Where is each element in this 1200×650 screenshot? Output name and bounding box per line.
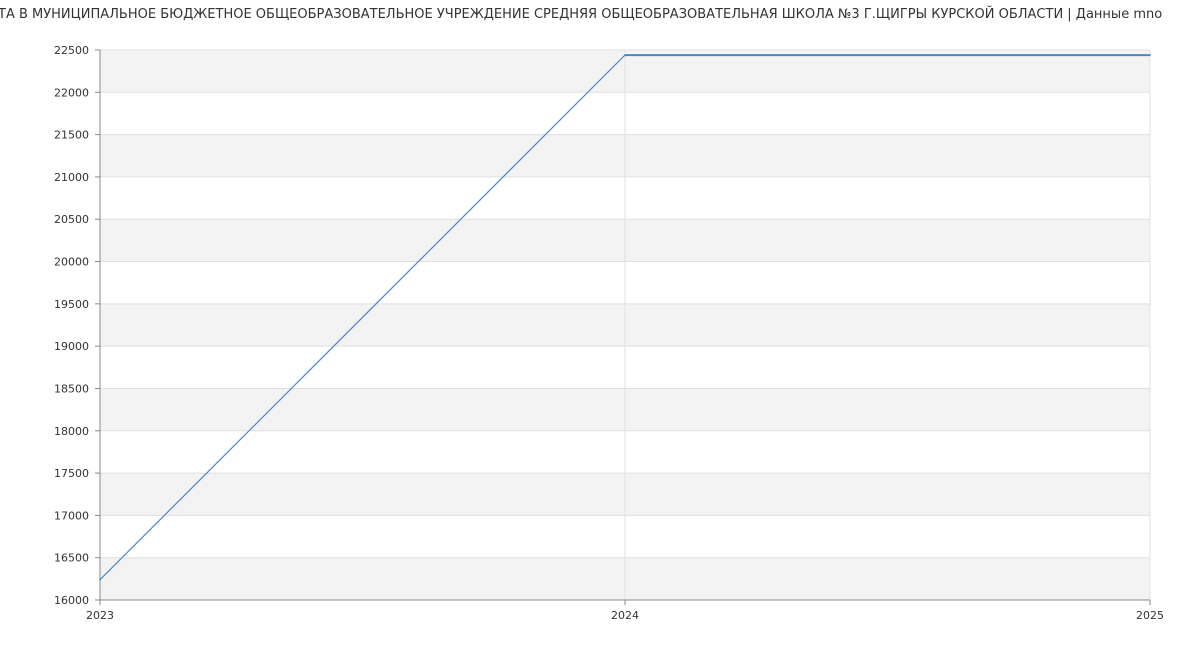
x-tick-label: 2023 xyxy=(86,609,114,622)
x-tick-label: 2025 xyxy=(1136,609,1164,622)
y-tick-label: 22500 xyxy=(54,44,89,57)
data-point xyxy=(99,578,101,581)
y-tick-label: 21000 xyxy=(54,171,89,184)
y-tick-label: 20000 xyxy=(54,256,89,269)
y-tick-label: 17500 xyxy=(54,467,89,480)
y-tick-labels: 16000 16500 17000 17500 18000 18500 19000 19500… xyxy=(54,44,89,607)
y-tick-label: 17000 xyxy=(54,509,89,522)
x-tick-label: 2024 xyxy=(611,609,639,622)
y-tick-label: 16000 xyxy=(54,594,89,607)
line-chart: 16000 16500 17000 17500 18000 18500 19000 19500… xyxy=(0,6,1164,622)
y-tick-label: 19000 xyxy=(54,340,89,353)
data-point xyxy=(624,54,626,56)
y-tick-label: 21500 xyxy=(54,129,89,142)
y-tick-label: 18000 xyxy=(54,425,89,438)
y-tick-label: 18500 xyxy=(54,382,89,395)
chart-title: ТА В МУНИЦИПАЛЬНОЕ БЮДЖЕТНОЕ ОБЩЕОБРАЗОВ… xyxy=(0,6,1162,22)
y-tick-label: 22000 xyxy=(54,86,89,99)
y-tick-label: 20500 xyxy=(54,213,89,226)
y-tick-label: 16500 xyxy=(54,552,89,565)
data-point xyxy=(1149,54,1151,56)
x-tick-labels: 2023 2024 2025 xyxy=(86,609,1164,622)
y-tick-label: 19500 xyxy=(54,298,89,311)
